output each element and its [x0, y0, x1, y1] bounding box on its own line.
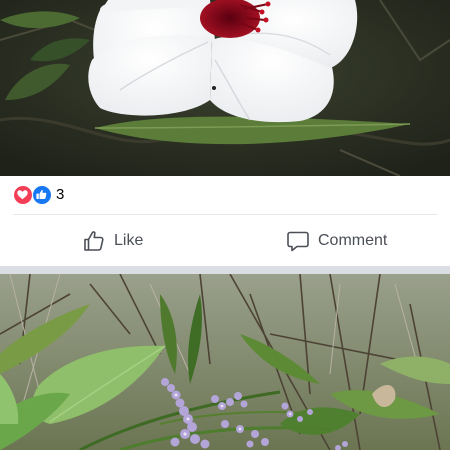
post-actions: Like Comment — [0, 215, 450, 266]
comment-label: Comment — [318, 232, 388, 249]
reaction-count: 3 — [56, 186, 65, 203]
post-photo-wildflower[interactable] — [0, 274, 450, 450]
wildflower-photo-art — [0, 274, 450, 450]
post-photo-hibiscus[interactable] — [0, 0, 450, 176]
comment-button[interactable]: Comment — [286, 227, 387, 255]
hibiscus-photo-art — [0, 0, 450, 176]
comment-icon — [287, 231, 309, 252]
reaction-icons — [13, 185, 53, 205]
like-button[interactable]: Like — [82, 227, 143, 255]
thumbs-up-icon — [84, 231, 104, 251]
reactions-summary[interactable]: 3 — [0, 176, 450, 214]
love-icon — [13, 185, 33, 205]
like-icon — [32, 185, 52, 205]
like-label: Like — [114, 232, 144, 249]
feed-separator — [0, 266, 450, 274]
